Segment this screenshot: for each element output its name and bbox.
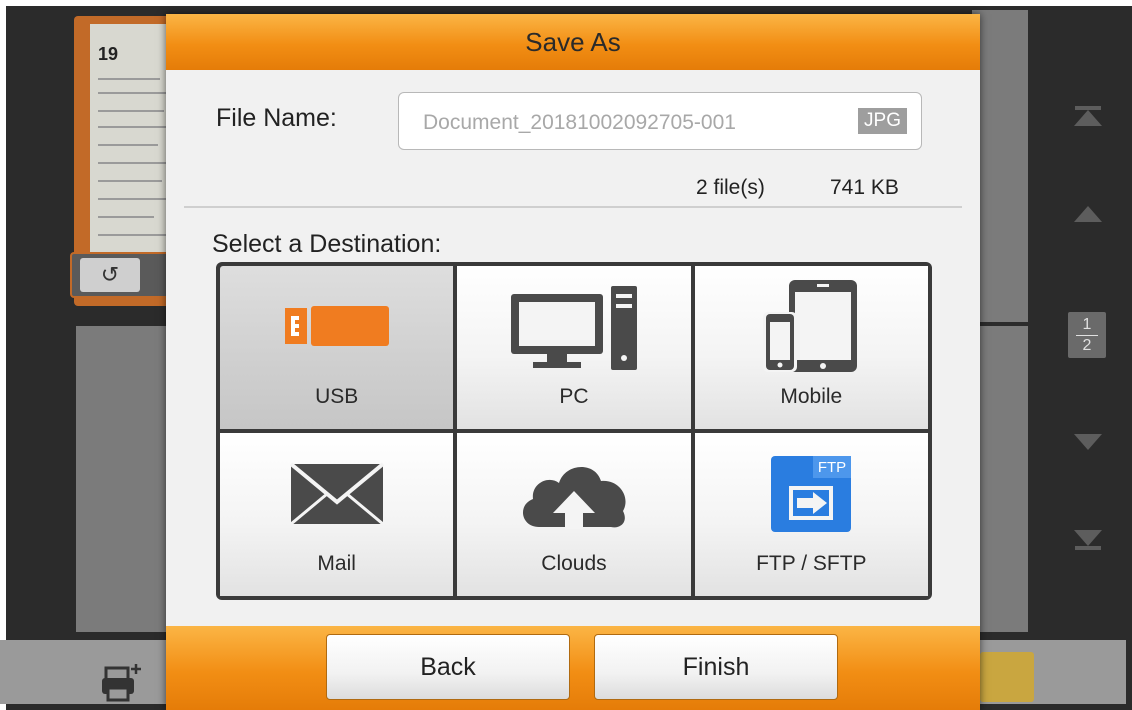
destination-mobile[interactable]: Mobile [694,266,928,429]
destination-label-usb: USB [315,385,359,408]
file-name-value: Document_20181002092705-001 [423,111,736,134]
destination-ftp[interactable]: FTP FTP / SFTP [694,433,928,596]
scroll-top-button[interactable] [1066,96,1110,140]
file-count: 2 file(s) [696,176,765,199]
thumbnail-text-line [98,234,166,236]
current-page: 1 [1082,315,1092,333]
file-name-label: File Name: [216,104,337,132]
add-printer-icon[interactable] [100,660,148,702]
destination-label-pc: PC [559,385,589,408]
ftp-icon-label: FTP [818,459,846,476]
destination-label-ftp: FTP / SFTP [756,552,867,575]
save-as-dialog: Save As File Name: Document_201810020927… [166,14,980,710]
back-button[interactable]: Back [326,634,570,700]
thumbnail-text-line [98,110,164,112]
file-size: 741 KB [830,176,899,199]
destination-mail[interactable]: Mail [220,433,454,596]
finish-button[interactable]: Finish [594,634,838,700]
scroll-bottom-button[interactable] [1066,516,1110,560]
rotate-button[interactable]: ↺ [80,258,140,292]
thumbnail-text-line [98,162,168,164]
thumbnail-text-line [98,216,154,218]
scroll-down-button[interactable] [1066,420,1110,464]
preview-panel [972,326,1028,632]
page-indicator: 1 2 [1068,312,1106,358]
cloud-upload-icon [457,443,690,543]
thumbnail-text-line [98,198,168,200]
thumbnail-page-number: 19 [98,44,119,64]
total-pages: 2 [1082,336,1092,354]
destination-label-mail: Mail [317,552,356,575]
preview-panel [972,10,1028,322]
rotate-icon: ↺ [100,262,120,287]
scroll-top-icon [1074,106,1102,126]
usb-drive-icon [220,276,453,376]
destination-pc[interactable]: PC [457,266,691,429]
scroll-up-button[interactable] [1066,192,1110,236]
thumbnail-text-line [98,92,168,94]
file-name-input[interactable]: Document_20181002092705-001 JPG [398,92,922,150]
destination-grid: USB PC Mobile Mail Clouds FTP FTP / SFTP [216,262,932,600]
thumbnail-text-line [98,144,158,146]
dialog-title: Save As [166,14,980,70]
scroll-up-icon [1074,206,1102,222]
destination-label-mobile: Mobile [780,385,843,408]
ftp-folder-icon: FTP [695,443,928,543]
thumbnail-text-line [98,78,160,80]
scroll-down-icon [1074,434,1102,450]
dialog-footer: Back Finish [166,626,980,710]
destination-label-clouds: Clouds [541,552,607,575]
mobile-devices-icon [695,276,928,376]
divider [184,206,962,208]
thumbnail-text-line [98,126,168,128]
destination-clouds[interactable]: Clouds [457,433,691,596]
scan-button[interactable] [980,652,1034,702]
envelope-icon [220,443,453,543]
file-extension-badge: JPG [858,108,907,134]
desktop-computer-icon [457,276,690,376]
page-thumbnail-slot[interactable] [76,326,176,632]
destination-usb[interactable]: USB [220,266,454,429]
scroll-bottom-icon [1074,530,1102,550]
destination-label: Select a Destination: [212,230,442,258]
thumbnail-text-line [98,180,162,182]
